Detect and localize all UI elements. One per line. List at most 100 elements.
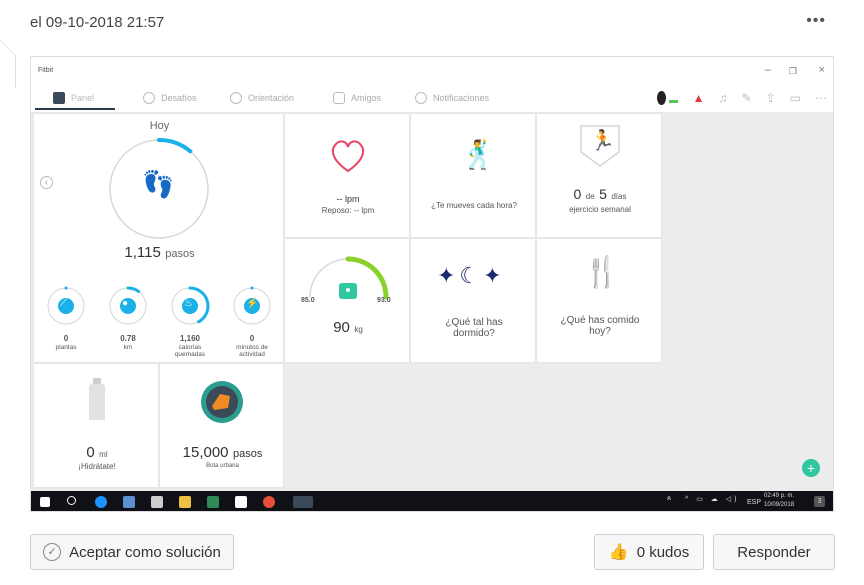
edge-icon[interactable] [95, 496, 107, 508]
tab-label: Desafíos [161, 93, 197, 103]
active-tab-indicator [35, 108, 115, 110]
people-icon[interactable]: ጰ [667, 495, 671, 503]
badge-tile[interactable]: 15,000 pasos Bota urbana [159, 363, 284, 488]
overflow-menu-icon[interactable]: ⋯ [815, 91, 827, 105]
stat-item[interactable]: ⟋ 0 plantas [44, 284, 88, 351]
bubble-notch [0, 40, 16, 88]
windows-start-icon[interactable] [40, 497, 50, 507]
dashboard: Hoy ‹ 👣 1,115 pasos ⟋ 0 plantas ● 0.78 km ♨ 1,1… [31, 113, 833, 491]
hourly-tile[interactable]: 🕺 ¿Te mueves cada hora? [410, 113, 536, 238]
calculator-icon[interactable] [151, 496, 163, 508]
today-title: Hoy [149, 120, 170, 132]
nav-actions: ▲ ♫ ✎ ⇪ ▭ ⋯ [656, 91, 827, 105]
stat-label: calorías quemadas [174, 343, 206, 358]
person-dancing-icon: 🕺 [461, 139, 496, 170]
tab-guidance[interactable]: Orientación [230, 92, 294, 104]
weight-min: 85.0 [301, 297, 315, 304]
chrome-icon[interactable] [263, 496, 275, 508]
stat-item[interactable]: ⚡ 0 minutos de actividad [230, 284, 274, 358]
tab-challenges[interactable]: Desafíos [143, 92, 197, 104]
reply-label: Responder [737, 543, 811, 561]
water-label: ¡Hidrátate! [78, 462, 116, 471]
exercise-count: 0 [573, 186, 582, 202]
reply-button[interactable]: Responder [713, 534, 835, 570]
photos-icon[interactable] [123, 496, 135, 508]
thumbs-up-icon: 👍 [608, 544, 629, 561]
tab-label: Orientación [248, 93, 295, 103]
restore-icon[interactable]: ❐ [789, 66, 797, 77]
weight-value: 90 kg [285, 319, 411, 337]
chat-icon [415, 92, 427, 104]
badge-label: Bota urbana [206, 463, 239, 469]
clock-date[interactable]: 10/09/2018 [764, 502, 794, 508]
close-icon[interactable]: × [819, 64, 825, 76]
friends-icon [333, 92, 345, 104]
water-tile[interactable]: 0 ml ¡Hidrátate! [33, 363, 159, 488]
alert-icon[interactable]: ▲ [693, 91, 705, 105]
exercise-of: de [585, 192, 595, 201]
water-value: 0 ml [34, 444, 160, 462]
prev-day-icon[interactable]: ‹ [40, 176, 53, 189]
sleep-tile[interactable]: ✦☾✦ ¿Qué tal has dormido? [410, 238, 536, 363]
compass-icon [230, 92, 242, 104]
fitbit-taskbar-icon[interactable] [293, 496, 313, 508]
stat-value: 0.78 [120, 334, 136, 343]
search-icon[interactable] [67, 496, 76, 505]
device-icon[interactable] [656, 91, 679, 105]
food-tile[interactable]: 🍴 ¿Qué has comido hoy? [536, 238, 662, 363]
accept-solution-button[interactable]: ✓ Aceptar como solución [30, 534, 234, 570]
badge-value: 15,000 pasos [160, 444, 285, 462]
heart-tile[interactable]: -- lpm Reposo: -- lpm [284, 113, 410, 238]
add-tile-button[interactable]: + [802, 459, 820, 477]
post-date: el 09-10-2018 21:57 [30, 14, 165, 31]
tab-label: Amigos [351, 93, 382, 103]
tab-label: Notificaciones [433, 93, 490, 103]
stat-item[interactable]: ● 0.78 km [106, 284, 150, 351]
exercise-value: 0 de 5 días [537, 186, 663, 204]
excel-icon[interactable] [207, 496, 219, 508]
edit-icon[interactable]: ✎ [742, 91, 752, 105]
share-icon[interactable]: ⇪ [766, 91, 776, 105]
exercise-target: 5 [599, 186, 607, 202]
check-circle-icon: ✓ [43, 543, 62, 561]
water-bottle-icon [89, 378, 105, 420]
language-indicator[interactable]: ESP [747, 499, 761, 506]
today-tile[interactable]: Hoy ‹ 👣 1,115 pasos ⟋ 0 plantas ● 0.78 km ♨ 1,1… [33, 113, 284, 363]
badge-unit: pasos [232, 448, 263, 460]
minimize-icon[interactable]: – [765, 64, 771, 76]
exercise-label: ejercicio semanal [569, 205, 631, 214]
fork-knife-icon: 🍴 [583, 256, 621, 289]
top-nav: Panel Desafíos Orientación Amigos Notifi… [31, 87, 833, 113]
dashboard-icon [53, 92, 65, 104]
stat-item[interactable]: ♨ 1,160 calorías quemadas [168, 284, 212, 358]
exercise-unit: días [611, 192, 627, 201]
bolt-icon: ⚡ [246, 298, 259, 309]
hourly-label: ¿Te mueves cada hora? [431, 201, 517, 210]
more-options-button[interactable]: ••• [806, 12, 826, 30]
notification-center-icon[interactable]: 3 [814, 496, 825, 507]
music-icon[interactable]: ♫ [719, 91, 728, 105]
exercise-tile[interactable]: 🏃 0 de 5 días ejercicio semanal [536, 113, 662, 238]
footsteps-icon: 👣 [142, 169, 175, 199]
food-label: ¿Qué has comido hoy? [560, 315, 640, 337]
tab-friends[interactable]: Amigos [333, 92, 381, 104]
weight-tile[interactable]: 85.0 93.0 90 kg [284, 238, 410, 363]
clock-time[interactable]: 02:49 p. m. [764, 493, 794, 499]
boot-badge-icon [201, 381, 243, 423]
system-tray-icons[interactable]: ^ ▭ ☁ ◁) [685, 495, 739, 503]
window-titlebar: Fitbit – ❐ × [31, 57, 833, 87]
tab-panel[interactable]: Panel [53, 92, 94, 104]
weight-unit: kg [354, 325, 363, 334]
windows-taskbar: ጰ ^ ▭ ☁ ◁) ESP 02:49 p. m. 10/09/2018 3 [31, 491, 833, 511]
file-explorer-icon[interactable] [179, 496, 191, 508]
kudos-button[interactable]: 👍 0 kudos [594, 534, 704, 570]
flame-icon: ♨ [184, 298, 193, 309]
stat-label: plantas [55, 343, 77, 351]
card-icon[interactable]: ▭ [790, 91, 801, 105]
moon-stars-icon: ✦☾✦ [437, 263, 506, 288]
tab-notifications[interactable]: Notificaciones [415, 92, 489, 104]
stat-label: km [123, 343, 133, 351]
sleep-label: ¿Qué tal has dormido? [445, 317, 503, 339]
stat-value: 0 [63, 334, 69, 343]
mail-icon[interactable] [235, 496, 247, 508]
